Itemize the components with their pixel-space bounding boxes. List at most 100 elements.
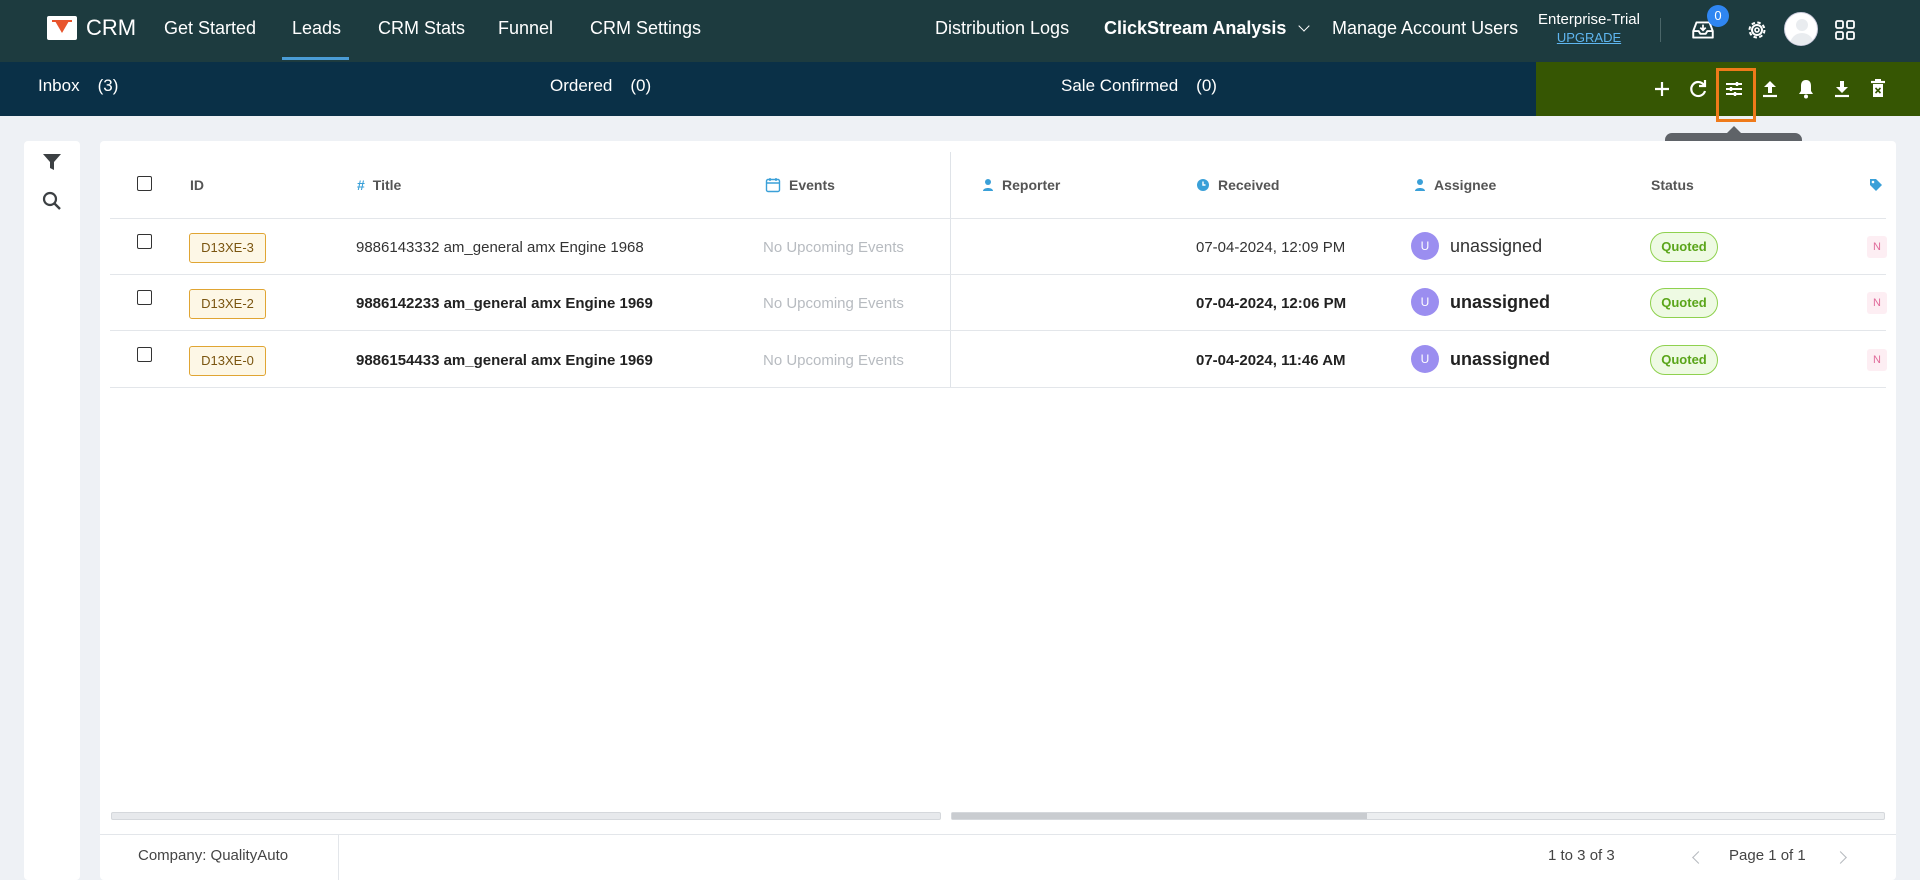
- header-events-label: Events: [789, 177, 835, 193]
- page-indicator: Page 1 of 1: [1729, 847, 1806, 864]
- nav-get-started[interactable]: Get Started: [164, 18, 256, 39]
- plan-info: Enterprise-Trial UPGRADE: [1534, 11, 1644, 47]
- header-assignee-label: Assignee: [1434, 177, 1497, 193]
- calendar-icon: [765, 178, 781, 193]
- header-title-label: Title: [372, 177, 402, 193]
- search-icon[interactable]: [40, 189, 64, 213]
- header-divider: [110, 218, 1886, 219]
- left-tool-rail: [24, 141, 80, 880]
- filter-icon[interactable]: [40, 150, 64, 174]
- plus-icon[interactable]: [1650, 77, 1674, 101]
- tab-sale-confirmed[interactable]: Sale Confirmed (0): [1061, 76, 1217, 96]
- row-checkbox[interactable]: [137, 234, 152, 249]
- lead-events: No Upcoming Events: [763, 352, 904, 369]
- header-status[interactable]: Status: [1651, 177, 1694, 193]
- apps-grid-icon[interactable]: [1834, 19, 1856, 41]
- lead-received: 07-04-2024, 12:09 PM: [1196, 239, 1346, 256]
- delete-icon[interactable]: [1866, 77, 1890, 101]
- status-badge[interactable]: Quoted: [1650, 232, 1718, 262]
- row-checkbox[interactable]: [137, 347, 152, 362]
- lead-id-tag[interactable]: D13XE-0: [189, 346, 266, 376]
- tab-ordered-count: (0): [630, 76, 652, 95]
- header-assignee[interactable]: Assignee: [1414, 177, 1496, 193]
- person-icon: [983, 179, 993, 191]
- header-reporter-label: Reporter: [1002, 177, 1061, 193]
- company-label: Company: QualityAuto: [138, 847, 289, 864]
- tab-ordered-label: Ordered: [550, 76, 613, 95]
- hash-icon: #: [357, 177, 365, 193]
- tag-icon[interactable]: [1869, 178, 1883, 192]
- lead-tag: N: [1867, 349, 1887, 371]
- header-events[interactable]: Events: [765, 177, 835, 193]
- lead-title[interactable]: 9886143332 am_general amx Engine 1968: [356, 239, 644, 256]
- inbox-badge: 0: [1707, 5, 1729, 27]
- status-badge[interactable]: Quoted: [1650, 345, 1718, 375]
- top-navigation: CRM Get Started Leads CRM Stats Funnel C…: [0, 0, 1920, 62]
- customize-columns-highlight: [1716, 68, 1756, 122]
- bell-icon[interactable]: [1794, 77, 1818, 101]
- clock-icon: [1197, 179, 1209, 191]
- lead-title[interactable]: 9886142233 am_general amx Engine 1969: [356, 295, 653, 312]
- footer-separator: [338, 835, 339, 880]
- clickstream-dropdown[interactable]: ClickStream Analysis: [1104, 18, 1311, 39]
- nav-crm-settings[interactable]: CRM Settings: [590, 18, 701, 39]
- assignee-avatar: U: [1411, 288, 1439, 316]
- upload-icon[interactable]: [1758, 77, 1782, 101]
- nav-funnel[interactable]: Funnel: [498, 18, 553, 39]
- lead-tag: N: [1867, 292, 1887, 314]
- tab-inbox[interactable]: Inbox (3): [38, 76, 118, 96]
- chevron-down-icon: [1298, 20, 1311, 32]
- nav-active-indicator: [282, 57, 349, 60]
- user-avatar[interactable]: [1784, 12, 1818, 46]
- lead-received: 07-04-2024, 11:46 AM: [1196, 352, 1346, 369]
- tab-inbox-label: Inbox: [38, 76, 80, 95]
- nav-distribution-logs[interactable]: Distribution Logs: [935, 18, 1069, 39]
- horizontal-scrollbar[interactable]: [951, 812, 1885, 820]
- tab-ordered[interactable]: Ordered (0): [550, 76, 651, 96]
- header-received-label: Received: [1218, 177, 1280, 193]
- lead-id-tag[interactable]: D13XE-2: [189, 289, 266, 319]
- lead-tag: N: [1867, 236, 1887, 258]
- row-divider: [110, 274, 1886, 275]
- tab-sale-confirmed-label: Sale Confirmed: [1061, 76, 1179, 95]
- lead-events: No Upcoming Events: [763, 239, 904, 256]
- scrollbar-thumb[interactable]: [952, 813, 1367, 819]
- pinned-horizontal-scrollbar[interactable]: [111, 812, 941, 820]
- refresh-icon[interactable]: [1686, 77, 1710, 101]
- lead-assignee[interactable]: unassigned: [1450, 349, 1550, 370]
- next-page-icon[interactable]: [1834, 851, 1847, 864]
- row-divider: [110, 330, 1886, 331]
- prev-page-icon[interactable]: [1692, 851, 1705, 864]
- download-icon[interactable]: [1830, 77, 1854, 101]
- header-id[interactable]: ID: [190, 177, 204, 193]
- nav-manage-account-users[interactable]: Manage Account Users: [1332, 18, 1518, 39]
- assignee-avatar: U: [1411, 345, 1439, 373]
- status-badge[interactable]: Quoted: [1650, 288, 1718, 318]
- brand-name[interactable]: CRM: [86, 15, 136, 41]
- nav-crm-stats[interactable]: CRM Stats: [378, 18, 465, 39]
- plan-name: Enterprise-Trial: [1538, 11, 1640, 28]
- upgrade-link[interactable]: UPGRADE: [1534, 29, 1644, 47]
- lead-assignee[interactable]: unassigned: [1450, 292, 1550, 313]
- gear-icon[interactable]: [1745, 18, 1769, 42]
- tab-sale-confirmed-count: (0): [1196, 76, 1217, 95]
- tab-inbox-count: (3): [97, 76, 119, 95]
- clickstream-label: ClickStream Analysis: [1104, 18, 1287, 38]
- lead-assignee[interactable]: unassigned: [1450, 236, 1542, 257]
- lead-id-tag[interactable]: D13XE-3: [189, 233, 266, 263]
- header-title[interactable]: # Title: [357, 177, 401, 193]
- row-checkbox[interactable]: [137, 290, 152, 305]
- header-received[interactable]: Received: [1196, 177, 1279, 193]
- leads-table-card: ID # Title Events Reporter Received Assig…: [100, 141, 1896, 880]
- person-icon: [1415, 179, 1425, 191]
- select-all-checkbox[interactable]: [137, 176, 152, 191]
- assignee-avatar: U: [1411, 232, 1439, 260]
- crm-logo-icon[interactable]: [47, 16, 77, 40]
- nav-leads[interactable]: Leads: [292, 18, 341, 39]
- record-range: 1 to 3 of 3: [1548, 847, 1615, 864]
- lead-events: No Upcoming Events: [763, 295, 904, 312]
- lead-received: 07-04-2024, 12:06 PM: [1196, 295, 1347, 312]
- lead-title[interactable]: 9886154433 am_general amx Engine 1969: [356, 352, 653, 369]
- divider: [1660, 18, 1661, 42]
- header-reporter[interactable]: Reporter: [982, 177, 1060, 193]
